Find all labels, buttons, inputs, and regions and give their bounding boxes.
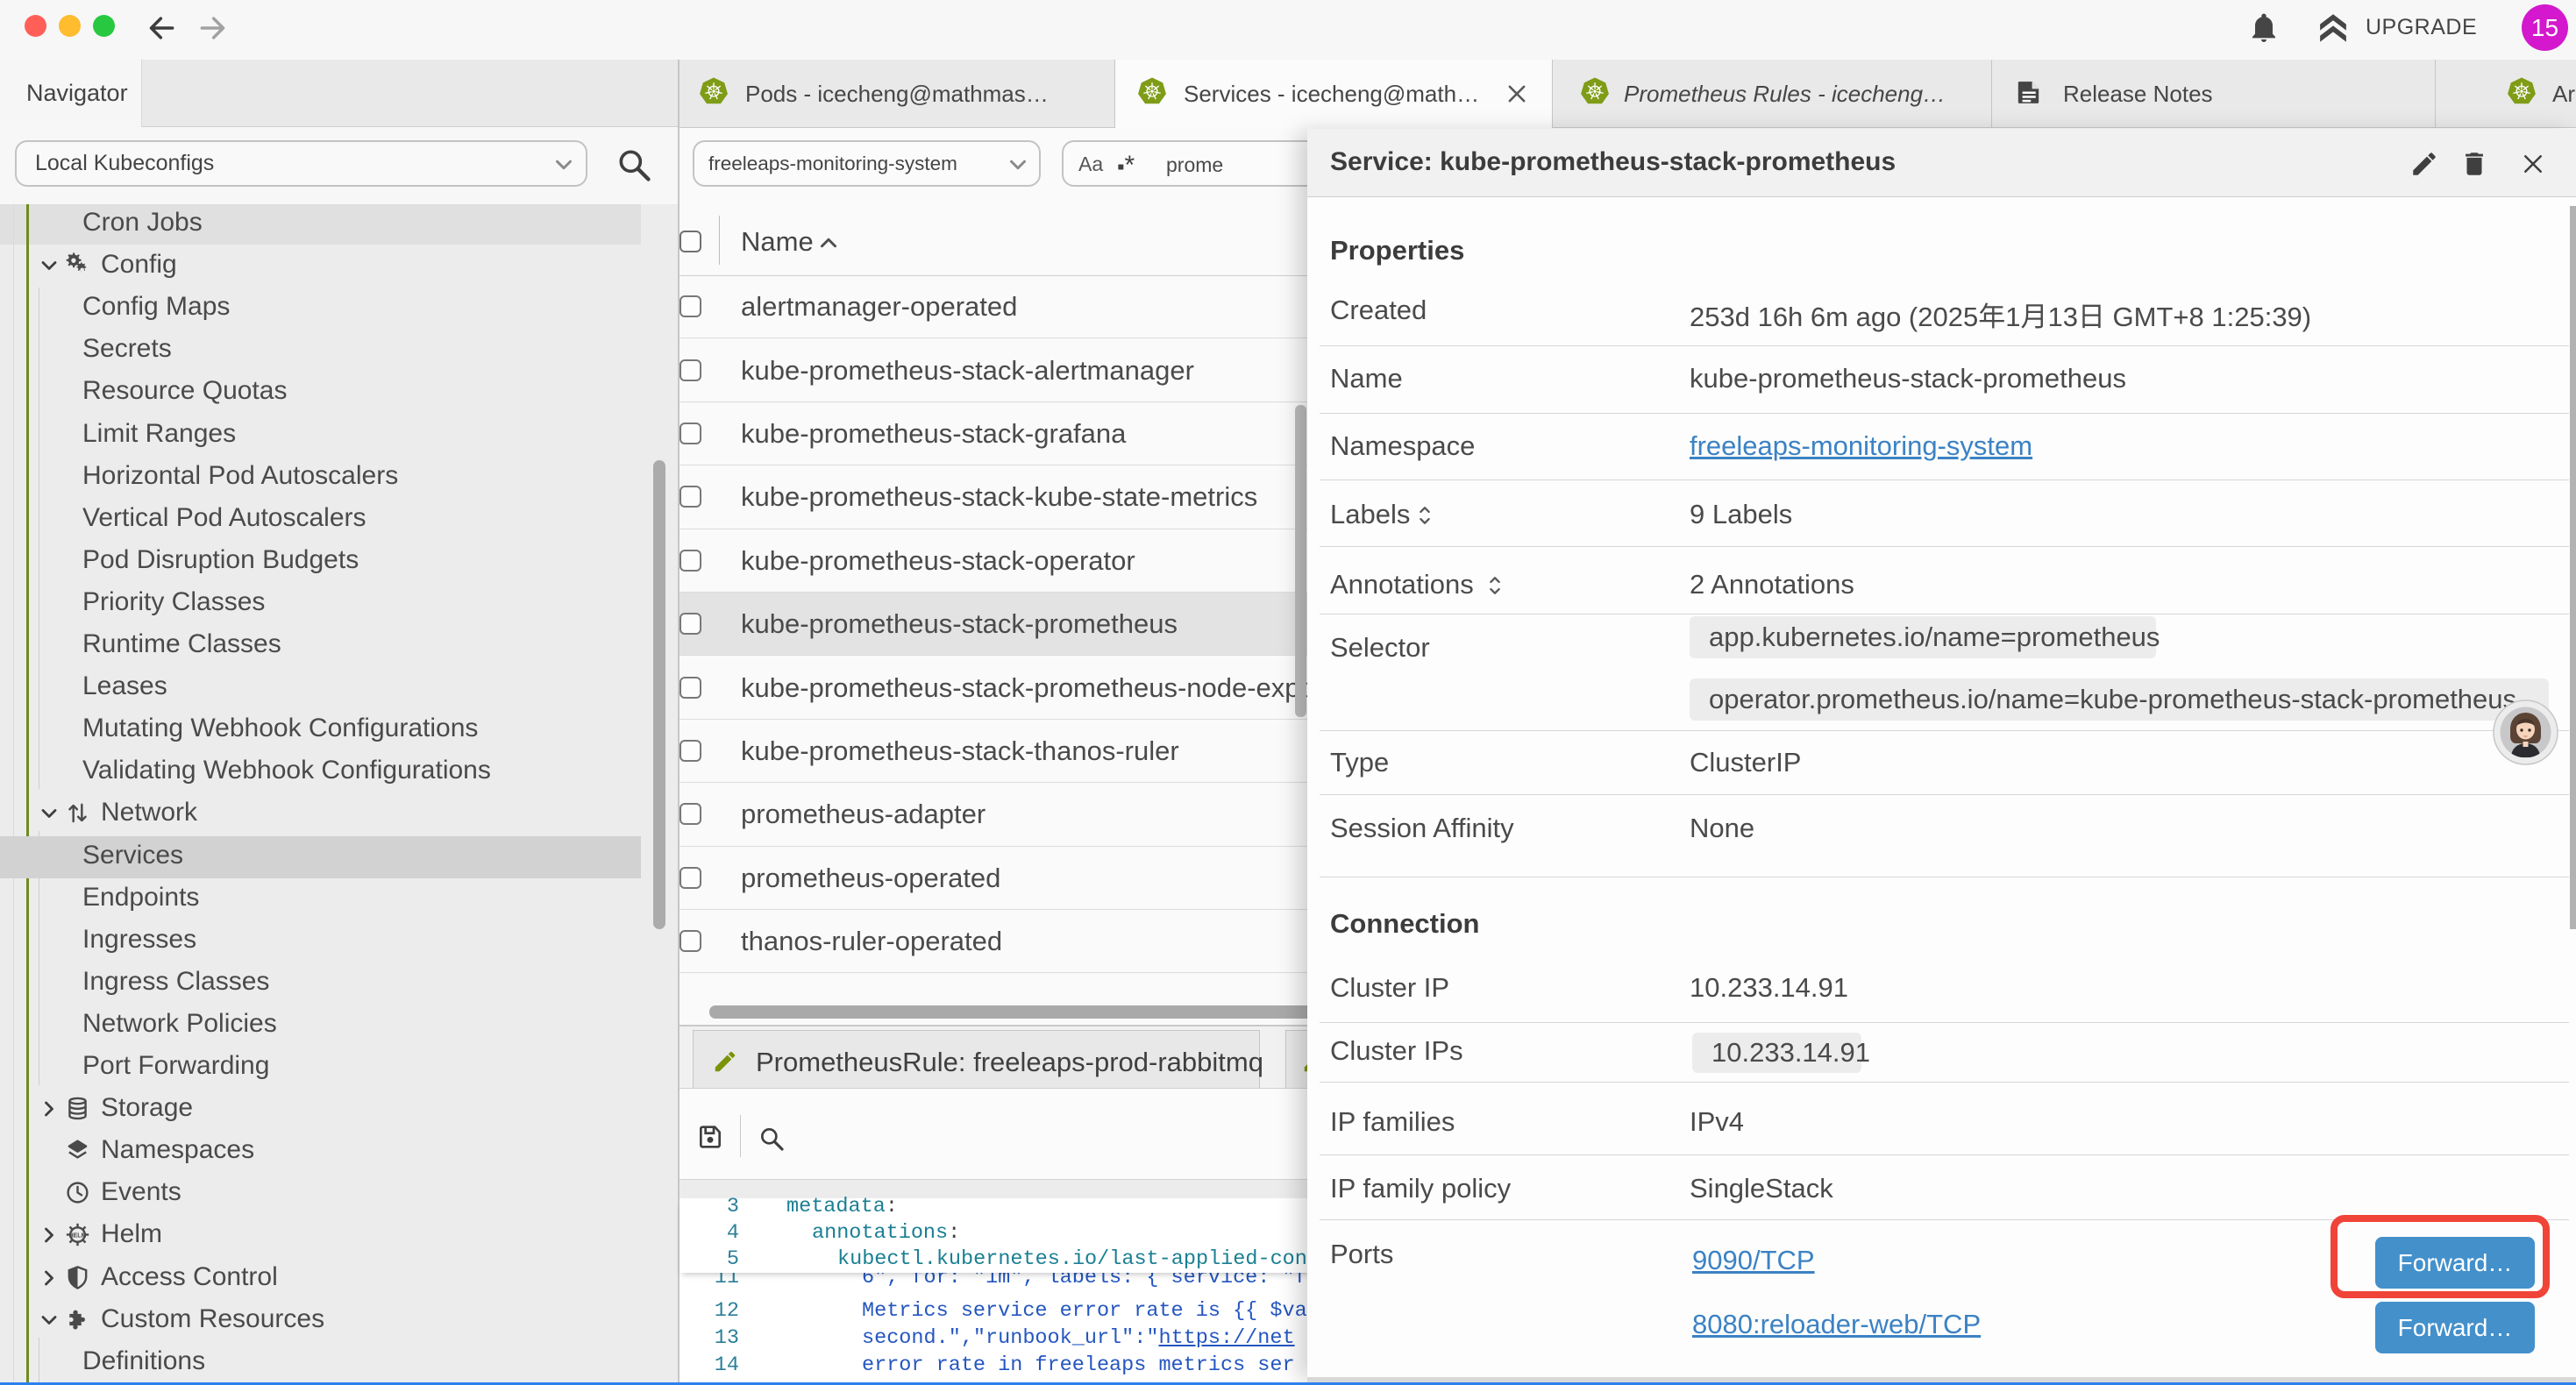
svg-text:HELM: HELM (69, 1233, 87, 1239)
